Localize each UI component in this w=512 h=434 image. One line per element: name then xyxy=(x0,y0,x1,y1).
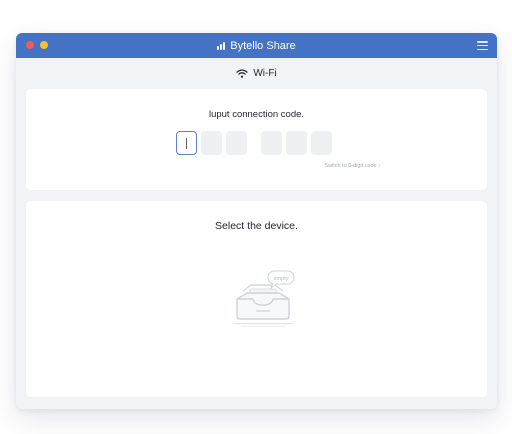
connection-code-heading: luput connection code. xyxy=(208,109,305,120)
app-window: Bytello Share Wi-Fi luput connection cod… xyxy=(16,33,497,409)
code-digit-4[interactable] xyxy=(261,131,282,155)
code-digit-3[interactable] xyxy=(226,131,247,155)
network-indicator: Wi-Fi xyxy=(16,58,497,88)
app-title: Bytello Share xyxy=(217,39,296,52)
app-title-text: Bytello Share xyxy=(230,39,296,52)
code-digit-1[interactable] xyxy=(176,131,197,155)
network-label: Wi-Fi xyxy=(253,67,277,79)
close-window-button[interactable] xyxy=(26,41,34,49)
minimize-window-button[interactable] xyxy=(40,41,48,49)
menu-button[interactable] xyxy=(477,40,488,51)
window-controls xyxy=(26,41,48,49)
device-select-heading: Select the device. xyxy=(215,220,298,232)
device-select-card: Select the device. empty xyxy=(26,201,487,397)
code-input-group xyxy=(176,131,336,155)
code-digit-5[interactable] xyxy=(286,131,307,155)
empty-inbox-icon: empty xyxy=(233,270,295,327)
code-digit-6[interactable] xyxy=(311,131,332,155)
title-bar: Bytello Share xyxy=(16,33,497,58)
connection-code-card: luput connection code. Switch to 6-digit… xyxy=(26,89,487,190)
wifi-icon xyxy=(236,68,248,78)
switch-code-length-link[interactable]: Switch to 6-digit code › xyxy=(324,163,380,169)
code-digit-2[interactable] xyxy=(201,131,222,155)
hamburger-icon xyxy=(477,41,488,43)
app-logo-icon xyxy=(217,41,226,50)
empty-badge-text: empty xyxy=(274,276,289,282)
